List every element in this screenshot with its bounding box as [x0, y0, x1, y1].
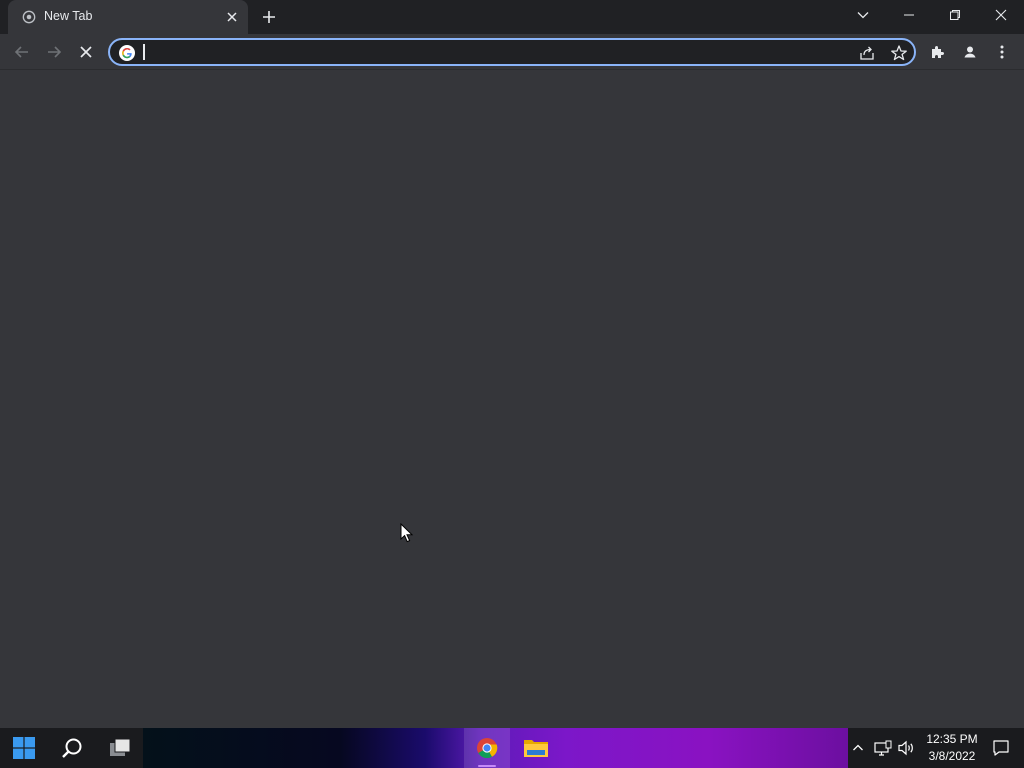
- menu-button[interactable]: [990, 40, 1014, 64]
- windows-taskbar: 12:35 PM 3/8/2022: [0, 728, 1024, 768]
- stop-loading-icon: [80, 46, 92, 58]
- back-arrow-icon: [14, 46, 28, 58]
- browser-toolbar: [0, 34, 1024, 70]
- close-window-button[interactable]: [978, 0, 1024, 30]
- notification-button[interactable]: [988, 728, 1014, 768]
- windows-start-icon: [13, 737, 35, 759]
- stop-button[interactable]: [74, 40, 98, 64]
- extensions-button[interactable]: [926, 40, 950, 64]
- back-button[interactable]: [10, 40, 34, 64]
- chevron-up-icon: [853, 744, 863, 751]
- clock[interactable]: 12:35 PM 3/8/2022: [922, 731, 982, 765]
- address-bar[interactable]: [108, 38, 916, 66]
- google-icon: [119, 45, 135, 61]
- search-icon: [62, 738, 82, 758]
- minimize-icon: [904, 14, 914, 16]
- tab-title: New Tab: [44, 9, 93, 23]
- kebab-menu-icon: [1000, 45, 1004, 59]
- profile-button[interactable]: [958, 40, 982, 64]
- task-view-icon: [110, 738, 131, 756]
- notification-icon: [993, 740, 1009, 756]
- active-app-indicator: [478, 765, 496, 767]
- restore-button[interactable]: [932, 0, 978, 30]
- clock-date: 3/8/2022: [928, 749, 976, 763]
- minimize-button[interactable]: [886, 0, 932, 30]
- tab-search-button[interactable]: [840, 0, 886, 30]
- text-caret: [143, 44, 145, 60]
- profile-icon: [961, 43, 979, 61]
- share-icon[interactable]: [858, 44, 876, 62]
- taskbar-file-explorer[interactable]: [514, 728, 558, 768]
- file-explorer-icon: [524, 740, 548, 757]
- taskbar-chrome[interactable]: [464, 728, 510, 768]
- taskbar-search-button[interactable]: [50, 728, 94, 768]
- plus-icon[interactable]: [259, 7, 279, 27]
- start-button[interactable]: [2, 728, 46, 768]
- chrome-icon: [477, 738, 498, 759]
- volume-button[interactable]: [896, 728, 918, 768]
- clock-time: 12:35 PM: [926, 732, 978, 746]
- page-content[interactable]: [0, 70, 1024, 728]
- address-input[interactable]: [142, 42, 842, 62]
- restore-icon: [950, 10, 960, 20]
- show-hidden-icons-button[interactable]: [848, 728, 868, 768]
- network-button[interactable]: [872, 728, 894, 768]
- volume-icon: [898, 740, 913, 756]
- tab-new-tab[interactable]: New Tab: [8, 0, 248, 34]
- close-icon: [995, 9, 1007, 21]
- close-icon[interactable]: [224, 9, 240, 25]
- network-icon: [874, 740, 892, 756]
- forward-button[interactable]: [42, 40, 66, 64]
- task-view-button[interactable]: [98, 728, 142, 768]
- puzzle-icon: [932, 46, 944, 58]
- star-icon[interactable]: [890, 44, 908, 62]
- chrome-newtab-icon: [22, 10, 36, 24]
- browser-titlebar: New Tab: [0, 0, 1024, 34]
- tab-search-icon: [857, 12, 869, 19]
- mouse-pointer-icon: [400, 523, 414, 543]
- forward-arrow-icon: [48, 46, 62, 58]
